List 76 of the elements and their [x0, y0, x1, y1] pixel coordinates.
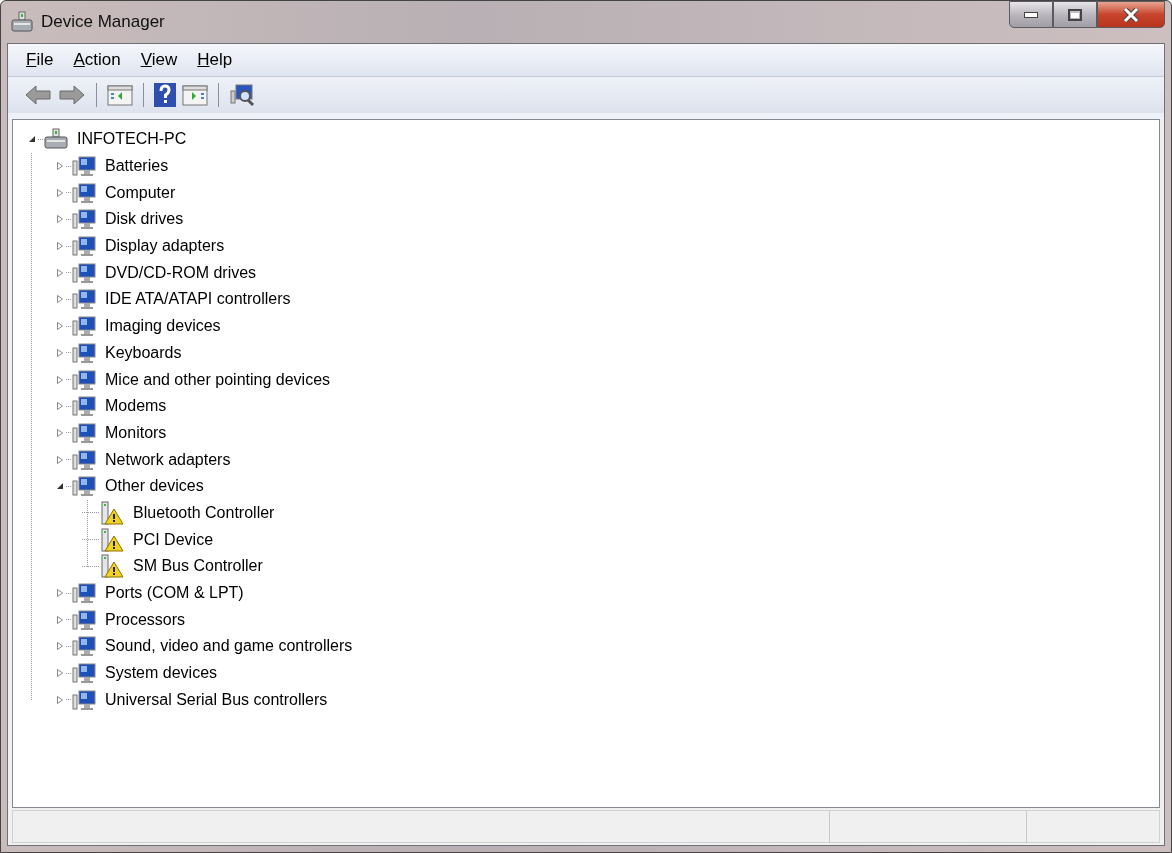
- tree-item[interactable]: Imaging devices: [104, 316, 222, 337]
- tree-item[interactable]: System devices: [104, 663, 219, 684]
- tree-item[interactable]: Sound, video and game controllers: [104, 636, 354, 657]
- device-icon: [72, 448, 96, 471]
- tree-item[interactable]: Processors: [104, 609, 187, 630]
- tree-item[interactable]: Other devices: [104, 476, 205, 497]
- device-icon: [72, 635, 96, 658]
- tree-item[interactable]: Bluetooth Controller: [132, 502, 276, 523]
- window-title: Device Manager: [41, 12, 166, 32]
- tree-item[interactable]: Batteries: [104, 156, 170, 177]
- minimize-icon: [1024, 11, 1038, 18]
- device-icon: [72, 341, 96, 364]
- device-icon: [72, 395, 96, 418]
- menu-item[interactable]: Help: [189, 47, 241, 73]
- menu-item[interactable]: View: [132, 47, 186, 73]
- tree-item[interactable]: Monitors: [104, 422, 168, 443]
- device-icon: [72, 368, 96, 391]
- device-icon: [72, 688, 96, 711]
- device-icon: [72, 315, 96, 338]
- expand-arrow-icon[interactable]: [54, 640, 66, 653]
- maximize-icon: [1068, 8, 1082, 21]
- tree-item[interactable]: Ports (COM & LPT): [104, 583, 245, 604]
- close-icon: [1123, 7, 1139, 22]
- expand-arrow-icon[interactable]: [54, 240, 66, 253]
- expand-arrow-icon[interactable]: [54, 346, 66, 359]
- expand-arrow-icon[interactable]: [54, 186, 66, 199]
- tree-item[interactable]: PCI Device: [132, 529, 215, 550]
- help-icon[interactable]: [154, 83, 176, 107]
- tree-item[interactable]: Network adapters: [104, 449, 232, 470]
- tree-item[interactable]: DVD/CD-ROM drives: [104, 262, 258, 283]
- expand-arrow-icon[interactable]: [54, 453, 66, 466]
- device-icon: [72, 261, 96, 284]
- console-tree-icon[interactable]: [107, 84, 133, 106]
- device-icon: [72, 288, 96, 311]
- scan-hardware-icon[interactable]: [229, 83, 255, 107]
- tree-item[interactable]: Modems: [104, 396, 168, 417]
- tree-item[interactable]: Computer: [104, 182, 177, 203]
- maximize-button[interactable]: [1053, 1, 1097, 28]
- minimize-button[interactable]: [1009, 1, 1053, 28]
- tree-item[interactable]: SM Bus Controller: [132, 556, 264, 577]
- menu-item[interactable]: File: [18, 47, 62, 73]
- close-button[interactable]: [1097, 1, 1165, 28]
- tree-item[interactable]: Display adapters: [104, 236, 226, 257]
- expand-arrow-icon[interactable]: [54, 293, 66, 306]
- expand-arrow-icon[interactable]: [54, 320, 66, 333]
- device-icon: [72, 181, 96, 204]
- expand-arrow-icon[interactable]: [54, 426, 66, 439]
- tree-item[interactable]: INFOTECH-PC: [76, 129, 188, 150]
- expand-arrow-icon[interactable]: [54, 160, 66, 173]
- device-icon: [72, 662, 96, 685]
- device-icon: [72, 208, 96, 231]
- expand-arrow-icon[interactable]: [54, 400, 66, 413]
- expand-arrow-icon[interactable]: [54, 266, 66, 279]
- tree-item[interactable]: Universal Serial Bus controllers: [104, 689, 329, 710]
- expand-arrow-icon[interactable]: [54, 587, 66, 600]
- back-arrow-icon[interactable]: [24, 84, 52, 106]
- device-icon: [72, 608, 96, 631]
- expand-arrow-icon[interactable]: [54, 667, 66, 680]
- tree-item[interactable]: Mice and other pointing devices: [104, 369, 332, 390]
- device-icon: [72, 582, 96, 605]
- device-manager-icon: [11, 11, 33, 33]
- device-icon: [72, 155, 96, 178]
- expand-arrow-icon[interactable]: [54, 613, 66, 626]
- expand-arrow-icon[interactable]: [54, 693, 66, 706]
- menu-item[interactable]: Action: [65, 47, 129, 73]
- tree-item[interactable]: Keyboards: [104, 342, 183, 363]
- tree-item[interactable]: IDE ATA/ATAPI controllers: [104, 289, 292, 310]
- action-pane-icon[interactable]: [182, 84, 208, 106]
- computer-icon: [44, 128, 68, 151]
- device-icon: [72, 475, 96, 498]
- forward-arrow-icon[interactable]: [58, 84, 86, 106]
- tree-item[interactable]: Disk drives: [104, 209, 185, 230]
- expand-arrow-icon[interactable]: [54, 373, 66, 386]
- expand-arrow-icon[interactable]: [54, 213, 66, 226]
- device-icon: [72, 235, 96, 258]
- device-icon: [72, 421, 96, 444]
